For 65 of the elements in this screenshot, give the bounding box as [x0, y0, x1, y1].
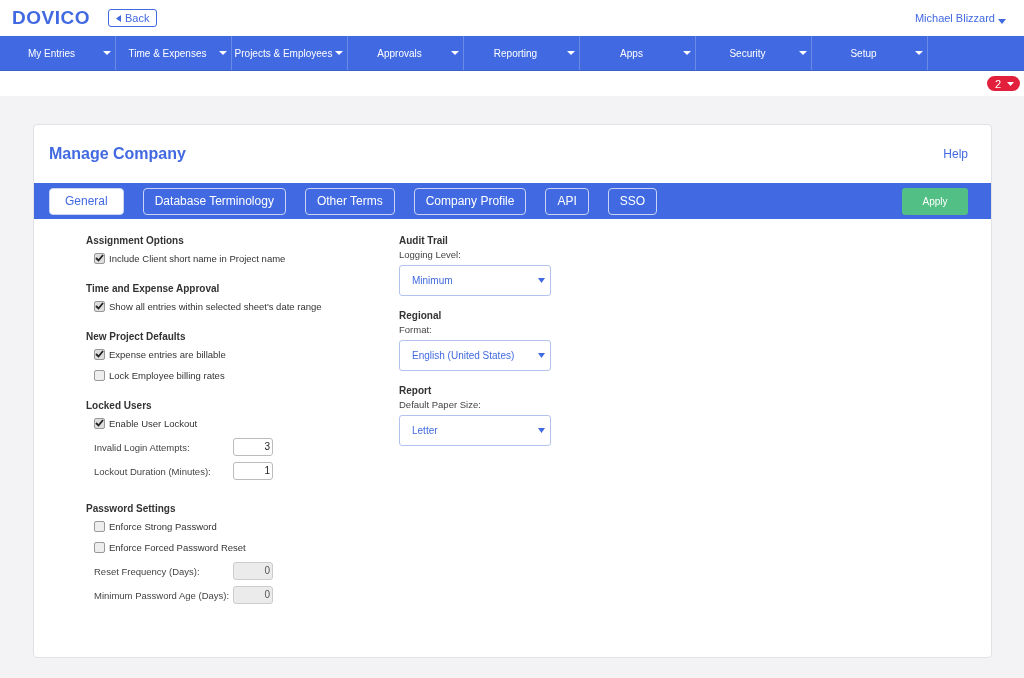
- checkbox-label: Show all entries within selected sheet's date range: [109, 300, 322, 312]
- caret-down-icon: [683, 51, 691, 55]
- dropdown[interactable]: English (United States): [399, 340, 551, 371]
- caret-down-icon: [335, 51, 343, 55]
- section-heading: Password Settings: [86, 503, 177, 514]
- field-label: Logging Level:: [399, 249, 462, 260]
- field-label: Lockout Duration (Minutes):: [94, 465, 212, 477]
- section-heading: Report: [399, 385, 433, 396]
- section-heading: Assignment Options: [86, 235, 185, 246]
- checkbox[interactable]: [94, 541, 105, 553]
- checkmark-icon: [95, 350, 104, 358]
- checkbox-label: Enable User Lockout: [109, 417, 198, 429]
- field-label: Format:: [399, 324, 433, 335]
- caret-down-icon: [451, 51, 459, 55]
- caret-down-icon: [538, 278, 545, 283]
- dropdown[interactable]: Letter: [399, 415, 551, 446]
- caret-down-icon: [567, 51, 575, 55]
- tab[interactable]: Other Terms: [304, 187, 395, 215]
- checkbox-label: Include Client short name in Project name: [109, 252, 286, 264]
- user-menu[interactable]: Michael Blizzard: [914, 12, 1006, 24]
- caret-down-icon: [1007, 81, 1014, 86]
- checkbox[interactable]: [94, 300, 105, 312]
- back-button[interactable]: Back: [107, 9, 158, 27]
- notification-badge[interactable]: 2: [986, 76, 1020, 91]
- checkbox[interactable]: [94, 417, 105, 429]
- checkbox[interactable]: [94, 520, 105, 532]
- caret-down-icon: [103, 51, 111, 55]
- field-label: Default Paper Size:: [399, 399, 482, 410]
- checkbox-label: Enforce Strong Password: [109, 520, 217, 532]
- triangle-left-icon: [115, 14, 121, 22]
- caret-down-icon: [538, 428, 545, 433]
- tab[interactable]: SSO: [607, 187, 658, 215]
- tab[interactable]: General: [49, 187, 124, 215]
- logo[interactable]: DOVICO: [12, 7, 90, 29]
- checkbox[interactable]: [94, 348, 105, 360]
- section-heading: New Project Defaults: [86, 331, 187, 342]
- checkbox[interactable]: [94, 252, 105, 264]
- checkbox[interactable]: [94, 369, 105, 381]
- tab[interactable]: Company Profile: [413, 187, 527, 215]
- section-heading: Locked Users: [86, 400, 153, 411]
- checkbox-label: Enforce Forced Password Reset: [109, 541, 246, 553]
- section-heading: Audit Trail: [399, 235, 449, 246]
- caret-down-icon: [538, 353, 545, 358]
- tab[interactable]: API: [545, 187, 589, 215]
- section-heading: Time and Expense Approval: [86, 283, 221, 294]
- field-label: Invalid Login Attempts:: [94, 441, 191, 453]
- checkmark-icon: [95, 302, 104, 310]
- nav-menu-item[interactable]: Projects & Employees: [232, 36, 348, 70]
- help-link[interactable]: Help: [943, 147, 968, 161]
- checkmark-icon: [95, 254, 104, 262]
- caret-down-icon: [219, 51, 227, 55]
- field-label: Reset Frequency (Days):: [94, 565, 201, 577]
- number-field[interactable]: 1: [233, 462, 273, 480]
- page-title: Manage Company: [49, 145, 186, 163]
- field-label: Minimum Password Age (Days):: [94, 589, 231, 601]
- tab[interactable]: Database Terminology: [142, 187, 286, 215]
- checkbox-label: Expense entries are billable: [109, 348, 226, 360]
- caret-down-icon: [799, 51, 807, 55]
- caret-down-icon: [998, 19, 1006, 24]
- checkmark-icon: [95, 419, 104, 427]
- number-field[interactable]: 3: [233, 438, 273, 456]
- dropdown[interactable]: Minimum: [399, 265, 551, 296]
- checkbox-label: Lock Employee billing rates: [109, 369, 225, 381]
- section-heading: Regional: [399, 310, 443, 321]
- caret-down-icon: [915, 51, 923, 55]
